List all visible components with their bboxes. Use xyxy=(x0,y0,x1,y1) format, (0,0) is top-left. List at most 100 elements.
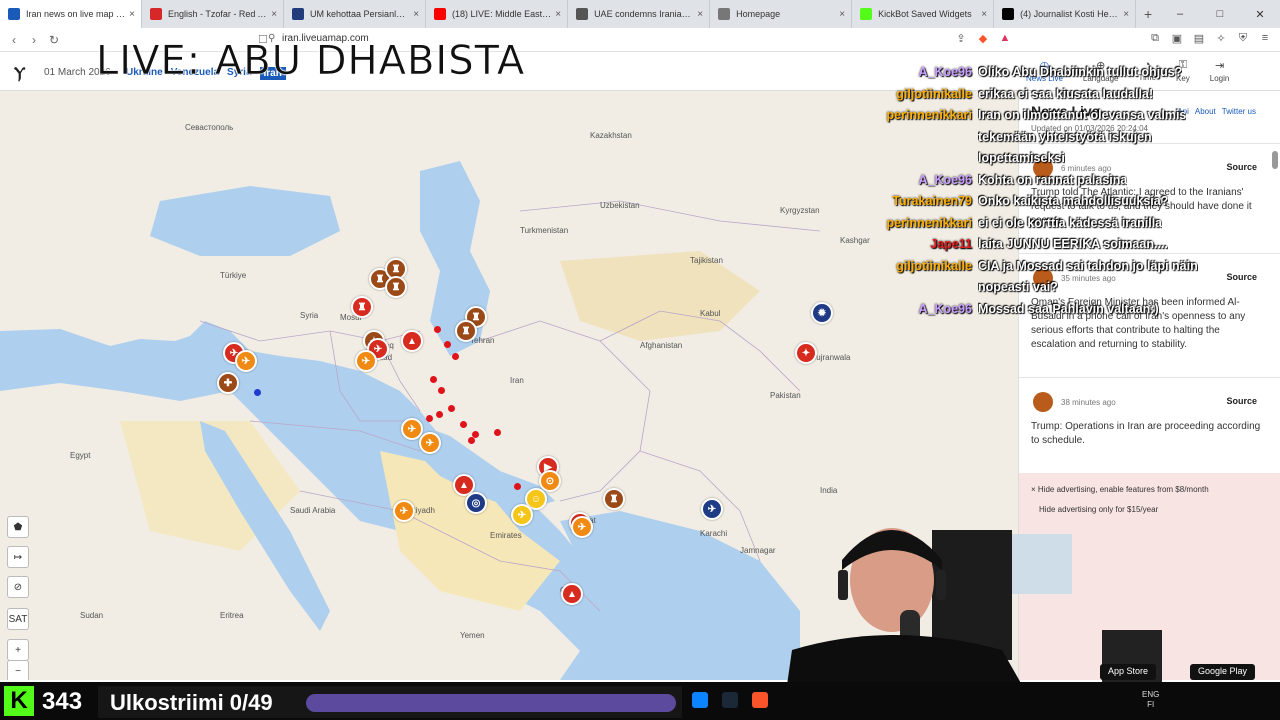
browser-tab[interactable]: Homepage × xyxy=(710,0,853,28)
map-event-dot[interactable] xyxy=(436,411,443,418)
map-event-marker[interactable]: ✈ xyxy=(393,500,415,522)
map-event-dot[interactable] xyxy=(460,421,467,428)
map-event-marker[interactable]: ✹ xyxy=(811,302,833,324)
map-place-label: Syria xyxy=(300,311,319,320)
map-event-marker[interactable]: ⊙ xyxy=(539,470,561,492)
map-event-dot[interactable] xyxy=(448,405,455,412)
map-event-dot[interactable] xyxy=(426,415,433,422)
liveuamap-logo[interactable]: Ⲩ xyxy=(14,63,26,83)
browser-tab[interactable]: UAE condemns Iranian attack × xyxy=(568,0,711,28)
share-icon[interactable]: ⇪ xyxy=(954,32,968,45)
pentagon-icon[interactable]: ⬟ xyxy=(7,516,29,538)
google-play-button[interactable]: Google Play xyxy=(1190,664,1256,680)
map-event-marker[interactable]: ♜ xyxy=(351,296,373,318)
chat-username[interactable]: giljotiinikalle xyxy=(862,256,978,278)
map-place-label: Uzbekistan xyxy=(600,201,640,210)
zoom-in-button[interactable]: + xyxy=(7,639,29,661)
news-text: Trump: Operations in Iran are proceeding… xyxy=(1031,421,1261,446)
zoom-out-button[interactable]: − xyxy=(7,660,29,680)
maximize-button[interactable]: □ xyxy=(1200,0,1240,28)
map-event-dot[interactable] xyxy=(514,483,521,490)
browser-tab[interactable]: English - Tzofar - Red Alert × xyxy=(142,0,285,28)
steam-icon[interactable] xyxy=(722,692,738,708)
map-event-marker[interactable]: ✈ xyxy=(355,350,377,372)
map-event-marker[interactable]: ♜ xyxy=(603,488,625,510)
arrows-icon[interactable]: ↦ xyxy=(7,546,29,568)
news-source-link[interactable]: Source xyxy=(1226,396,1257,406)
brave-shield-icon[interactable]: ◆ xyxy=(976,32,990,45)
map-event-marker[interactable]: ♜ xyxy=(455,320,477,342)
map-event-marker[interactable]: ✈ xyxy=(701,498,723,520)
telegram-icon[interactable] xyxy=(692,692,708,708)
map-event-marker[interactable]: ✈ xyxy=(511,504,533,526)
map-event-marker[interactable]: ✚ xyxy=(217,372,239,394)
leo-icon[interactable]: ✧ xyxy=(1214,32,1228,45)
map-place-label: Turkmenistan xyxy=(520,226,569,235)
map-event-dot[interactable] xyxy=(254,389,261,396)
map-event-dot[interactable] xyxy=(434,326,441,333)
map-event-marker[interactable]: ✦ xyxy=(795,342,817,364)
tab-close-icon[interactable]: × xyxy=(271,9,277,20)
tab-close-icon[interactable]: × xyxy=(129,9,135,20)
chat-message: Turakainen79 Onko kaikista mahdollisuuksi… xyxy=(862,191,1272,213)
chat-username[interactable]: giljotiinikalle xyxy=(862,84,978,106)
map-event-dot[interactable] xyxy=(430,376,437,383)
brave-icon[interactable] xyxy=(752,692,768,708)
map-event-marker[interactable]: ✈ xyxy=(235,350,257,372)
minimize-button[interactable]: – xyxy=(1160,0,1200,28)
tab-close-icon[interactable]: × xyxy=(1123,9,1129,20)
news-item[interactable]: 38 minutes ago Source Trump: Operations in… xyxy=(1019,377,1280,473)
eye-off-icon[interactable]: ⊘ xyxy=(7,576,29,598)
new-tab-button[interactable]: + xyxy=(1136,0,1160,28)
chat-username[interactable]: Turakainen79 xyxy=(862,191,978,213)
chat-username[interactable]: perinnenikkari xyxy=(862,213,978,235)
tab-title: English - Tzofar - Red Alert xyxy=(168,9,268,19)
vpn-icon[interactable]: ⛨ xyxy=(1236,32,1250,45)
forward-icon[interactable]: › xyxy=(24,33,44,47)
map-event-dot[interactable] xyxy=(494,429,501,436)
sidebar-icon[interactable]: ▣ xyxy=(1170,32,1184,45)
browser-tab[interactable]: KickBot Saved Widgets × xyxy=(852,0,995,28)
map-event-marker[interactable]: ▲ xyxy=(401,330,423,352)
map-event-dot[interactable] xyxy=(438,387,445,394)
map-event-marker[interactable]: ◎ xyxy=(465,492,487,514)
back-icon[interactable]: ‹ xyxy=(4,33,24,47)
map-event-marker[interactable]: ✈ xyxy=(419,432,441,454)
chat-username[interactable] xyxy=(862,127,978,149)
system-tray-language[interactable]: ENG FI xyxy=(1142,690,1159,710)
app-store-button[interactable]: App Store xyxy=(1100,664,1157,680)
map-event-marker[interactable]: ♜ xyxy=(385,276,407,298)
browser-tab[interactable]: (18) LIVE: Middle East real-time × xyxy=(426,0,569,28)
tab-close-icon[interactable]: × xyxy=(697,9,703,20)
hide-ads-link[interactable]: × Hide advertising, enable features from… xyxy=(1031,485,1209,494)
chat-message: perinnenikkari Iran on ilmoittanut olevan… xyxy=(862,105,1272,127)
browser-tab[interactable]: UM kehottaa Persianlahden al × xyxy=(284,0,427,28)
reload-icon[interactable]: ↻ xyxy=(44,33,64,47)
chat-username[interactable]: A_Koe96 xyxy=(862,299,978,321)
satellite-toggle[interactable]: SAT xyxy=(7,608,29,630)
browser-tab-strip: Iran news on live map in Ir × English - Tz… xyxy=(0,0,1280,28)
close-window-button[interactable]: ✕ xyxy=(1240,0,1280,28)
browser-tab[interactable]: Iran news on live map in Ir × xyxy=(0,0,143,28)
map-event-marker[interactable]: ▲ xyxy=(561,583,583,605)
chat-text: lopettamiseksi xyxy=(978,151,1065,165)
map-event-marker[interactable]: ✈ xyxy=(571,516,593,538)
map-event-dot[interactable] xyxy=(468,437,475,444)
chat-username[interactable]: A_Koe96 xyxy=(862,62,978,84)
menu-icon[interactable]: ≡ xyxy=(1258,32,1272,45)
chat-username[interactable]: perinnenikkari xyxy=(862,105,978,127)
chat-username[interactable] xyxy=(862,148,978,170)
map-event-dot[interactable] xyxy=(452,353,459,360)
tab-close-icon[interactable]: × xyxy=(981,9,987,20)
chat-username[interactable]: A_Koe96 xyxy=(862,170,978,192)
chat-username[interactable] xyxy=(862,277,978,299)
extensions-icon[interactable]: ⧉ xyxy=(1148,32,1162,45)
tab-close-icon[interactable]: × xyxy=(839,9,845,20)
wallet-icon[interactable]: ▤ xyxy=(1192,32,1206,45)
browser-tab[interactable]: (4) Journalist Kosti Heiskanen× xyxy=(994,0,1137,28)
rewards-icon[interactable]: ▲ xyxy=(998,32,1012,45)
tab-close-icon[interactable]: × xyxy=(413,9,419,20)
map-event-dot[interactable] xyxy=(444,341,451,348)
chat-username[interactable]: Jape11 xyxy=(862,234,978,256)
tab-close-icon[interactable]: × xyxy=(555,9,561,20)
